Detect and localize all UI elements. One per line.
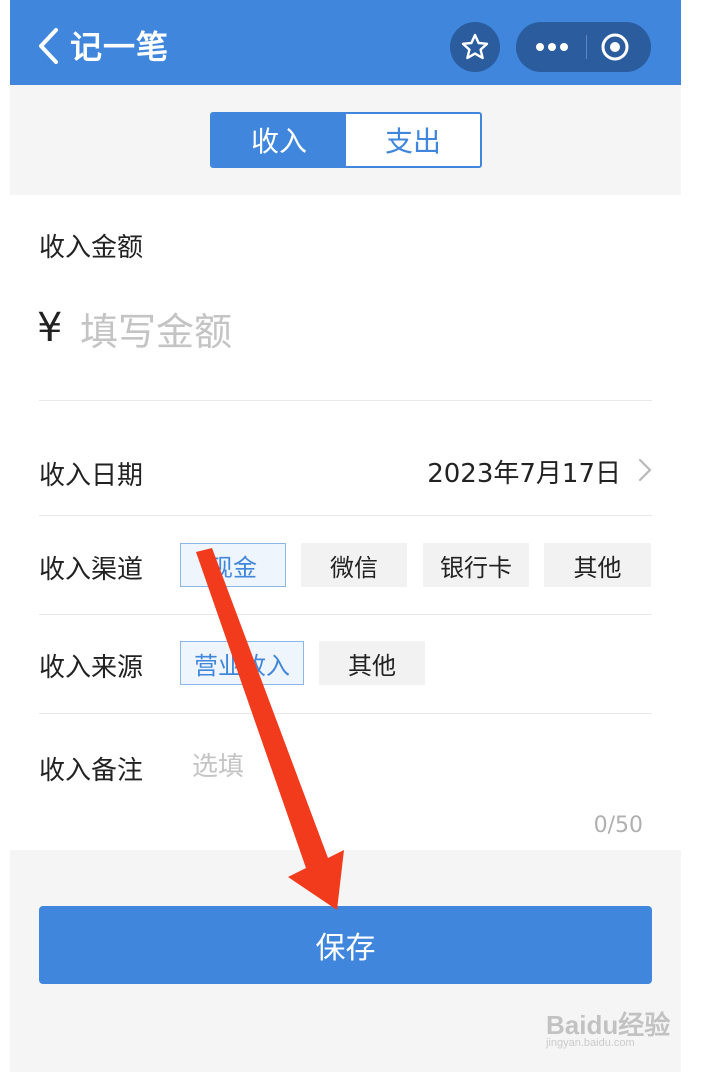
nav-bar: 记一笔 [10,0,681,85]
source-option-business[interactable]: 营业收入 [180,641,304,685]
watermark-url: jingyan.baidu.com [546,1037,635,1049]
tab-income[interactable]: 收入 [212,114,346,166]
divider [39,515,652,516]
tab-expense[interactable]: 支出 [346,114,480,166]
income-expense-switch: 收入 支出 [210,112,482,168]
type-switch-area: 收入 支出 [10,85,681,195]
channel-label: 收入渠道 [39,555,144,585]
amount-label: 收入金额 [39,233,144,263]
channel-option-other[interactable]: 其他 [544,543,651,587]
star-icon [461,33,489,60]
divider [39,713,652,714]
divider [39,614,652,615]
char-counter: 0/50 [593,813,643,838]
record-form: 收入金额 ¥ 收入日期 2023年7月17日 收入渠道 现金 微信 银行卡 其他… [10,195,681,850]
target-circle-icon[interactable] [600,32,630,62]
channel-option-bank-card[interactable]: 银行卡 [423,543,529,587]
note-label: 收入备注 [39,756,144,786]
currency-symbol: ¥ [37,305,63,351]
date-value[interactable]: 2023年7月17日 [427,453,621,490]
more-dots-icon[interactable] [534,40,570,54]
divider [39,400,652,401]
channel-option-wechat[interactable]: 微信 [301,543,407,587]
favorite-button[interactable] [450,22,500,72]
chevron-left-icon[interactable] [34,26,64,66]
amount-input[interactable] [80,305,580,359]
save-button[interactable]: 保存 [39,906,652,984]
note-input[interactable] [192,747,612,787]
date-label: 收入日期 [39,461,144,491]
chevron-right-icon[interactable] [637,457,653,483]
mini-program-screen: 记一笔 收入 支出 收入金额 ¥ 填写金额 收入日期 2023年7月17日 收入… [10,0,681,1072]
capsule-divider [586,35,587,59]
watermark: Baidu经验 jingyan.baidu.com [540,995,680,1055]
source-label: 收入来源 [39,653,144,683]
page: 记一笔 收入 支出 收入金额 ¥ 填写金额 收入日期 2023年7月17日 收入… [0,0,710,1072]
page-title: 记一笔 [70,28,170,66]
channel-option-cash[interactable]: 现金 [180,543,286,587]
capsule-menu [516,22,651,72]
source-option-other[interactable]: 其他 [319,641,425,685]
